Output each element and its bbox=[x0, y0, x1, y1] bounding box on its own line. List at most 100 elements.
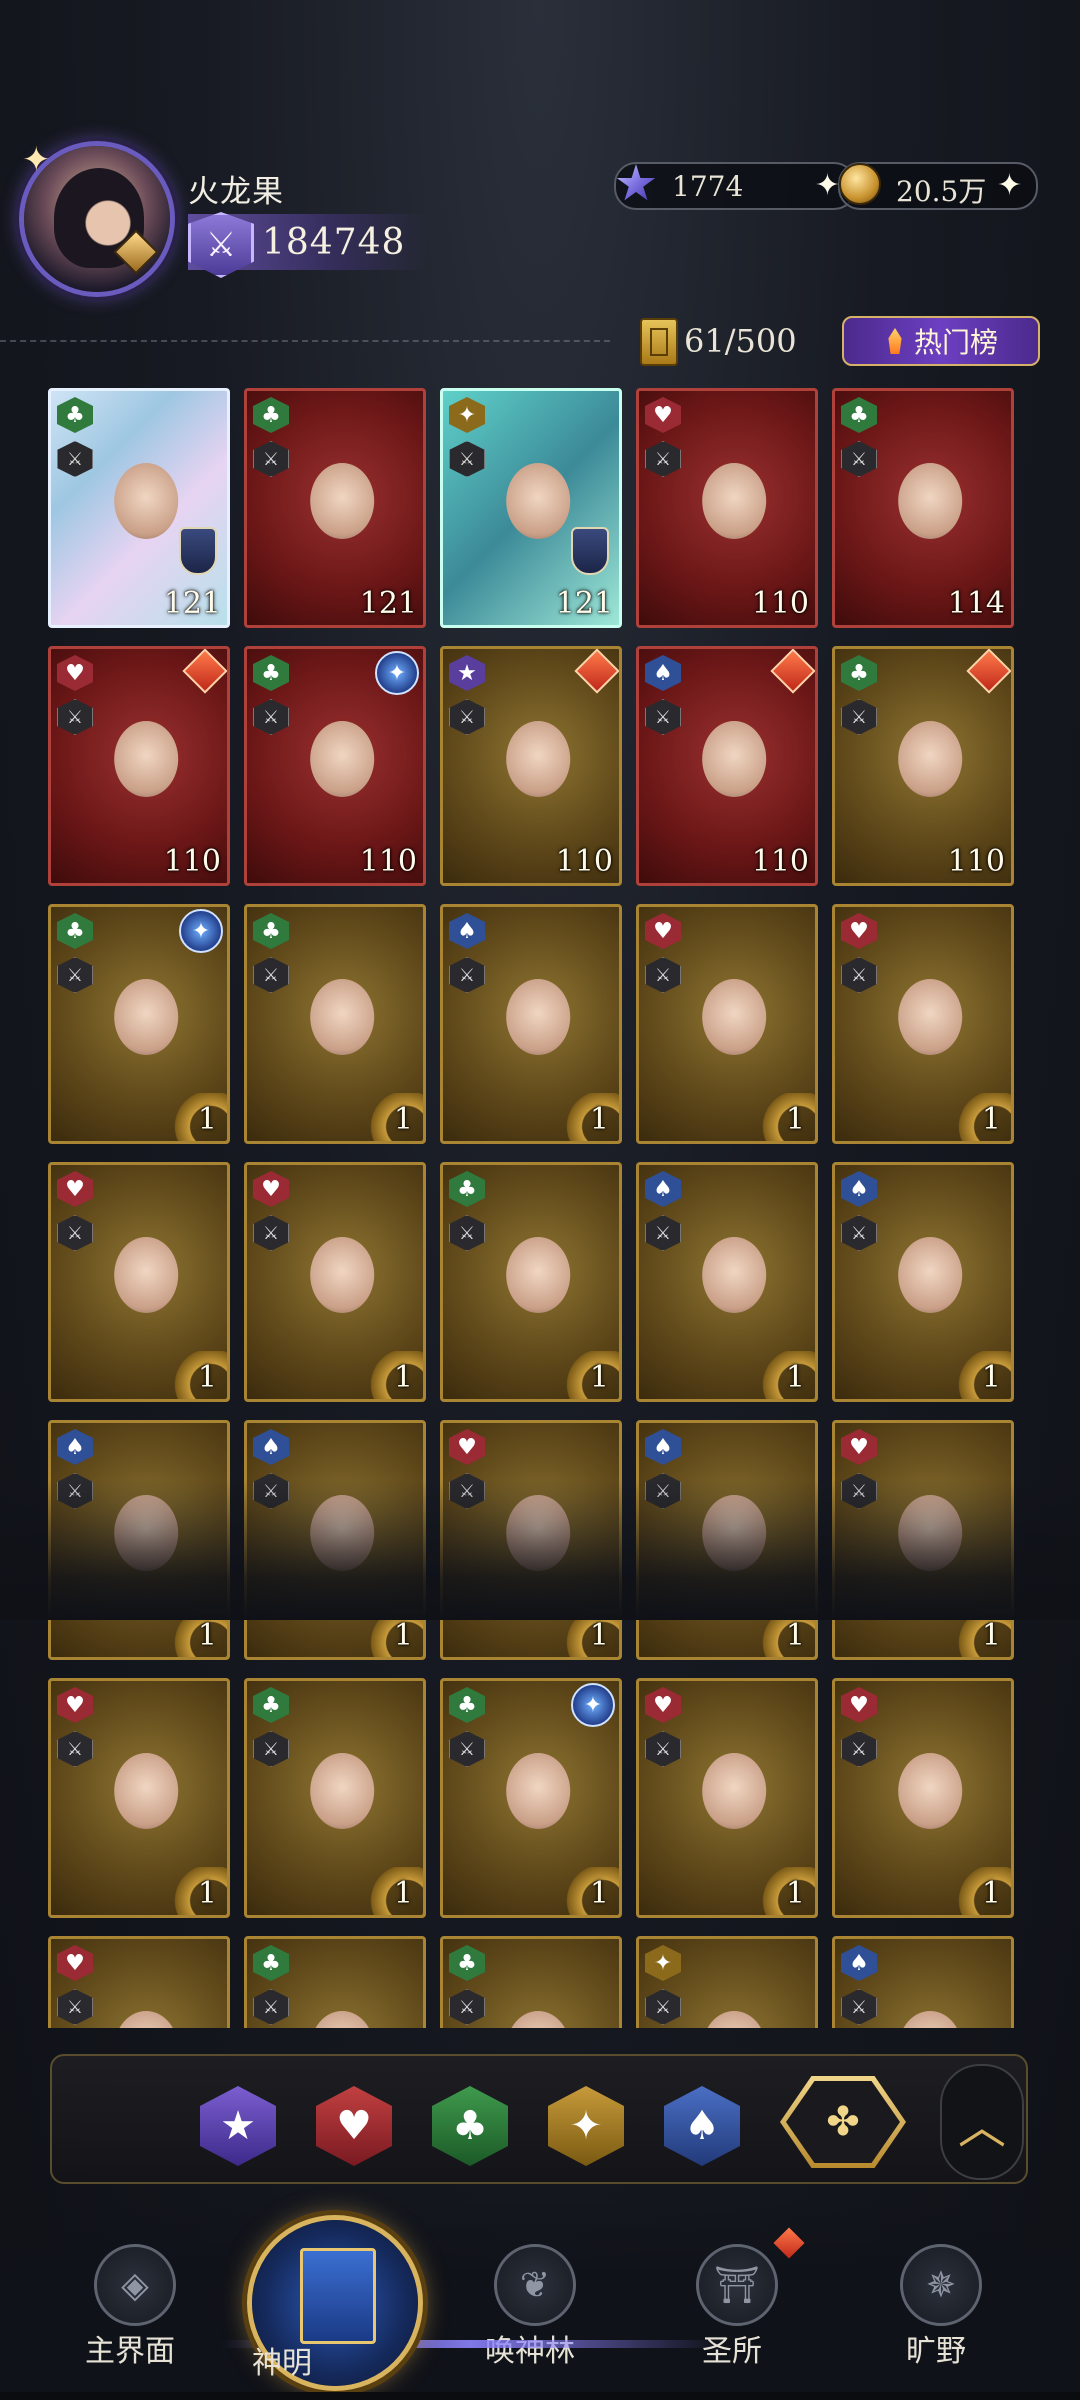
card-level: 1 bbox=[981, 1618, 1001, 1653]
heart-suit-icon: ♥ bbox=[841, 1429, 877, 1465]
god-card[interactable]: ♣ ⚔ 1 ✦ bbox=[48, 904, 230, 1144]
god-card[interactable]: ♥ ⚔ bbox=[48, 1936, 230, 2028]
god-card[interactable]: ♣ ⚔ 1 ✦ bbox=[440, 1678, 622, 1918]
card-level: 1 bbox=[589, 1360, 609, 1395]
god-card[interactable]: ♣ ⚔ 1 bbox=[440, 1162, 622, 1402]
crossed-swords-icon: ⚔ bbox=[188, 212, 254, 278]
card-level: 1 bbox=[197, 1102, 217, 1137]
god-card[interactable]: ★ ⚔ 110 bbox=[440, 646, 622, 886]
club-suit-icon: ♣ bbox=[253, 913, 289, 949]
filter-star-button[interactable]: ★ bbox=[200, 2086, 276, 2166]
club-suit-icon: ♣ bbox=[841, 655, 877, 691]
card-level: 1 bbox=[785, 1360, 805, 1395]
god-card[interactable]: ♣ ⚔ 110 ✦ bbox=[244, 646, 426, 886]
nav-summon-label: 唤神林 bbox=[485, 2334, 575, 2369]
add-coins-icon[interactable]: ✦ bbox=[997, 168, 1022, 203]
god-card[interactable]: ♣ ⚔ 110 bbox=[832, 646, 1014, 886]
nav-wilds-label: 旷野 bbox=[906, 2334, 966, 2369]
spade-suit-icon: ♠ bbox=[449, 913, 485, 949]
nav-gods-label: 神明 bbox=[252, 2346, 312, 2381]
god-card[interactable]: ♣ ⚔ 121 bbox=[244, 388, 426, 628]
god-card[interactable]: ♥ ⚔ 110 bbox=[636, 388, 818, 628]
god-card[interactable]: ♥ ⚔ 110 bbox=[48, 646, 230, 886]
card-level: 1 bbox=[393, 1876, 413, 1911]
god-card[interactable]: ♣ ⚔ 114 bbox=[832, 388, 1014, 628]
coin-currency[interactable]: 20.5万 ✦ bbox=[838, 162, 1038, 210]
god-card[interactable]: ♥⚔1 bbox=[48, 1162, 230, 1402]
nav-summon[interactable]: ❦ 唤神林 bbox=[450, 2244, 610, 2374]
spade-suit-icon: ♠ bbox=[57, 1429, 93, 1465]
god-card[interactable]: ♠ ⚔ bbox=[832, 1936, 1014, 2028]
player-name: 火龙果 bbox=[188, 174, 284, 210]
god-card[interactable]: ♣ ⚔ bbox=[244, 1936, 426, 2028]
god-card[interactable]: ♣ ⚔ 1 bbox=[244, 904, 426, 1144]
god-card-grid: ♣ ⚔ 121 ♣ ⚔ 121 ✦ ⚔ 121 ♥ ⚔ 110 ♣ ⚔ 114 ♥ ⚔ 110 ♣ ⚔ 110 ✦ ★ ⚔ 11… bbox=[48, 388, 1032, 2028]
god-card[interactable]: ♥⚔1 bbox=[636, 904, 818, 1144]
card-level: 110 bbox=[751, 844, 809, 879]
nav-world-label: 主界面 bbox=[85, 2334, 175, 2369]
heart-suit-icon: ♥ bbox=[449, 1429, 485, 1465]
god-card[interactable]: ✦ ⚔ bbox=[636, 1936, 818, 2028]
chevron-up-icon: ︿ bbox=[957, 2099, 1006, 2155]
power-value: 184748 bbox=[262, 222, 406, 263]
star-icon: ★ bbox=[220, 2103, 256, 2149]
god-card[interactable]: ♣ ⚔ 1 bbox=[244, 1678, 426, 1918]
god-card[interactable]: ♠⚔1 bbox=[440, 904, 622, 1144]
player-avatar[interactable]: ✦ bbox=[22, 140, 170, 292]
card-level: 121 bbox=[163, 586, 221, 621]
god-card[interactable]: ♠⚔1 bbox=[636, 1162, 818, 1402]
header-divider bbox=[0, 340, 610, 342]
flame-icon bbox=[888, 328, 902, 354]
diamond-suit-icon: ✦ bbox=[449, 397, 485, 433]
god-card[interactable]: ♣ ⚔ 121 bbox=[48, 388, 230, 628]
god-card[interactable]: ♠ ⚔ 110 bbox=[636, 646, 818, 886]
book-icon bbox=[300, 2248, 376, 2344]
nav-world[interactable]: ◈ 主界面 bbox=[50, 2244, 210, 2374]
god-card[interactable]: ✦ ⚔ 121 bbox=[440, 388, 622, 628]
god-card[interactable]: ♥⚔1 bbox=[48, 1678, 230, 1918]
card-portrait bbox=[478, 1967, 598, 2028]
filter-all-button[interactable]: ✤ bbox=[780, 2076, 906, 2168]
diamond-icon: ✦ bbox=[569, 2103, 603, 2149]
card-portrait bbox=[870, 677, 990, 867]
card-level: 1 bbox=[785, 1102, 805, 1137]
god-card[interactable]: ♠⚔1 bbox=[832, 1162, 1014, 1402]
card-portrait bbox=[478, 677, 598, 867]
rank-shield-icon bbox=[571, 527, 609, 575]
heart-suit-icon: ♥ bbox=[645, 913, 681, 949]
card-portrait bbox=[86, 1967, 206, 2028]
filter-heart-button[interactable]: ♥ bbox=[316, 2086, 392, 2166]
rarity-diamond-icon bbox=[574, 649, 619, 694]
heart-suit-icon: ♥ bbox=[57, 1945, 93, 1981]
hot-ranking-button[interactable]: 热门榜 bbox=[842, 316, 1040, 366]
club-icon: ♣ bbox=[452, 2103, 488, 2149]
card-level: 110 bbox=[555, 844, 613, 879]
god-card[interactable]: ♥⚔1 bbox=[832, 1678, 1014, 1918]
spade-icon: ♠ bbox=[684, 2103, 720, 2149]
filter-spade-button[interactable]: ♠ bbox=[664, 2086, 740, 2166]
star-suit-icon: ★ bbox=[449, 655, 485, 691]
rarity-diamond-icon bbox=[182, 649, 227, 694]
heart-suit-icon: ♥ bbox=[645, 397, 681, 433]
heart-suit-icon: ♥ bbox=[57, 655, 93, 691]
filter-club-button[interactable]: ♣ bbox=[432, 2086, 508, 2166]
god-card[interactable]: ♥⚔1 bbox=[636, 1678, 818, 1918]
nav-sanctuary[interactable]: ⛩ 圣所 bbox=[652, 2244, 812, 2374]
god-card[interactable]: ♥⚔1 bbox=[244, 1162, 426, 1402]
nav-gods-active[interactable]: 神明 bbox=[252, 2220, 418, 2386]
card-portrait bbox=[86, 419, 206, 609]
nav-wilds[interactable]: ✵ 旷野 bbox=[856, 2244, 1016, 2374]
spade-suit-icon: ♠ bbox=[841, 1945, 877, 1981]
heart-suit-icon: ♥ bbox=[841, 1687, 877, 1723]
heart-suit-icon: ♥ bbox=[57, 1687, 93, 1723]
collapse-filter-button[interactable]: ︿ bbox=[940, 2064, 1024, 2180]
filter-diamond-button[interactable]: ✦ bbox=[548, 2086, 624, 2166]
god-card[interactable]: ♣ ⚔ bbox=[440, 1936, 622, 2028]
heart-suit-icon: ♥ bbox=[57, 1171, 93, 1207]
suit-filter-bar: ★ ♥ ♣ ✦ ♠ ✤ ︿ bbox=[50, 2054, 1028, 2184]
god-card[interactable]: ♥⚔1 bbox=[832, 904, 1014, 1144]
gem-currency[interactable]: 1774 ✦ bbox=[614, 162, 856, 210]
heart-icon: ♥ bbox=[336, 2103, 372, 2149]
card-portrait bbox=[86, 677, 206, 867]
card-level: 1 bbox=[197, 1360, 217, 1395]
